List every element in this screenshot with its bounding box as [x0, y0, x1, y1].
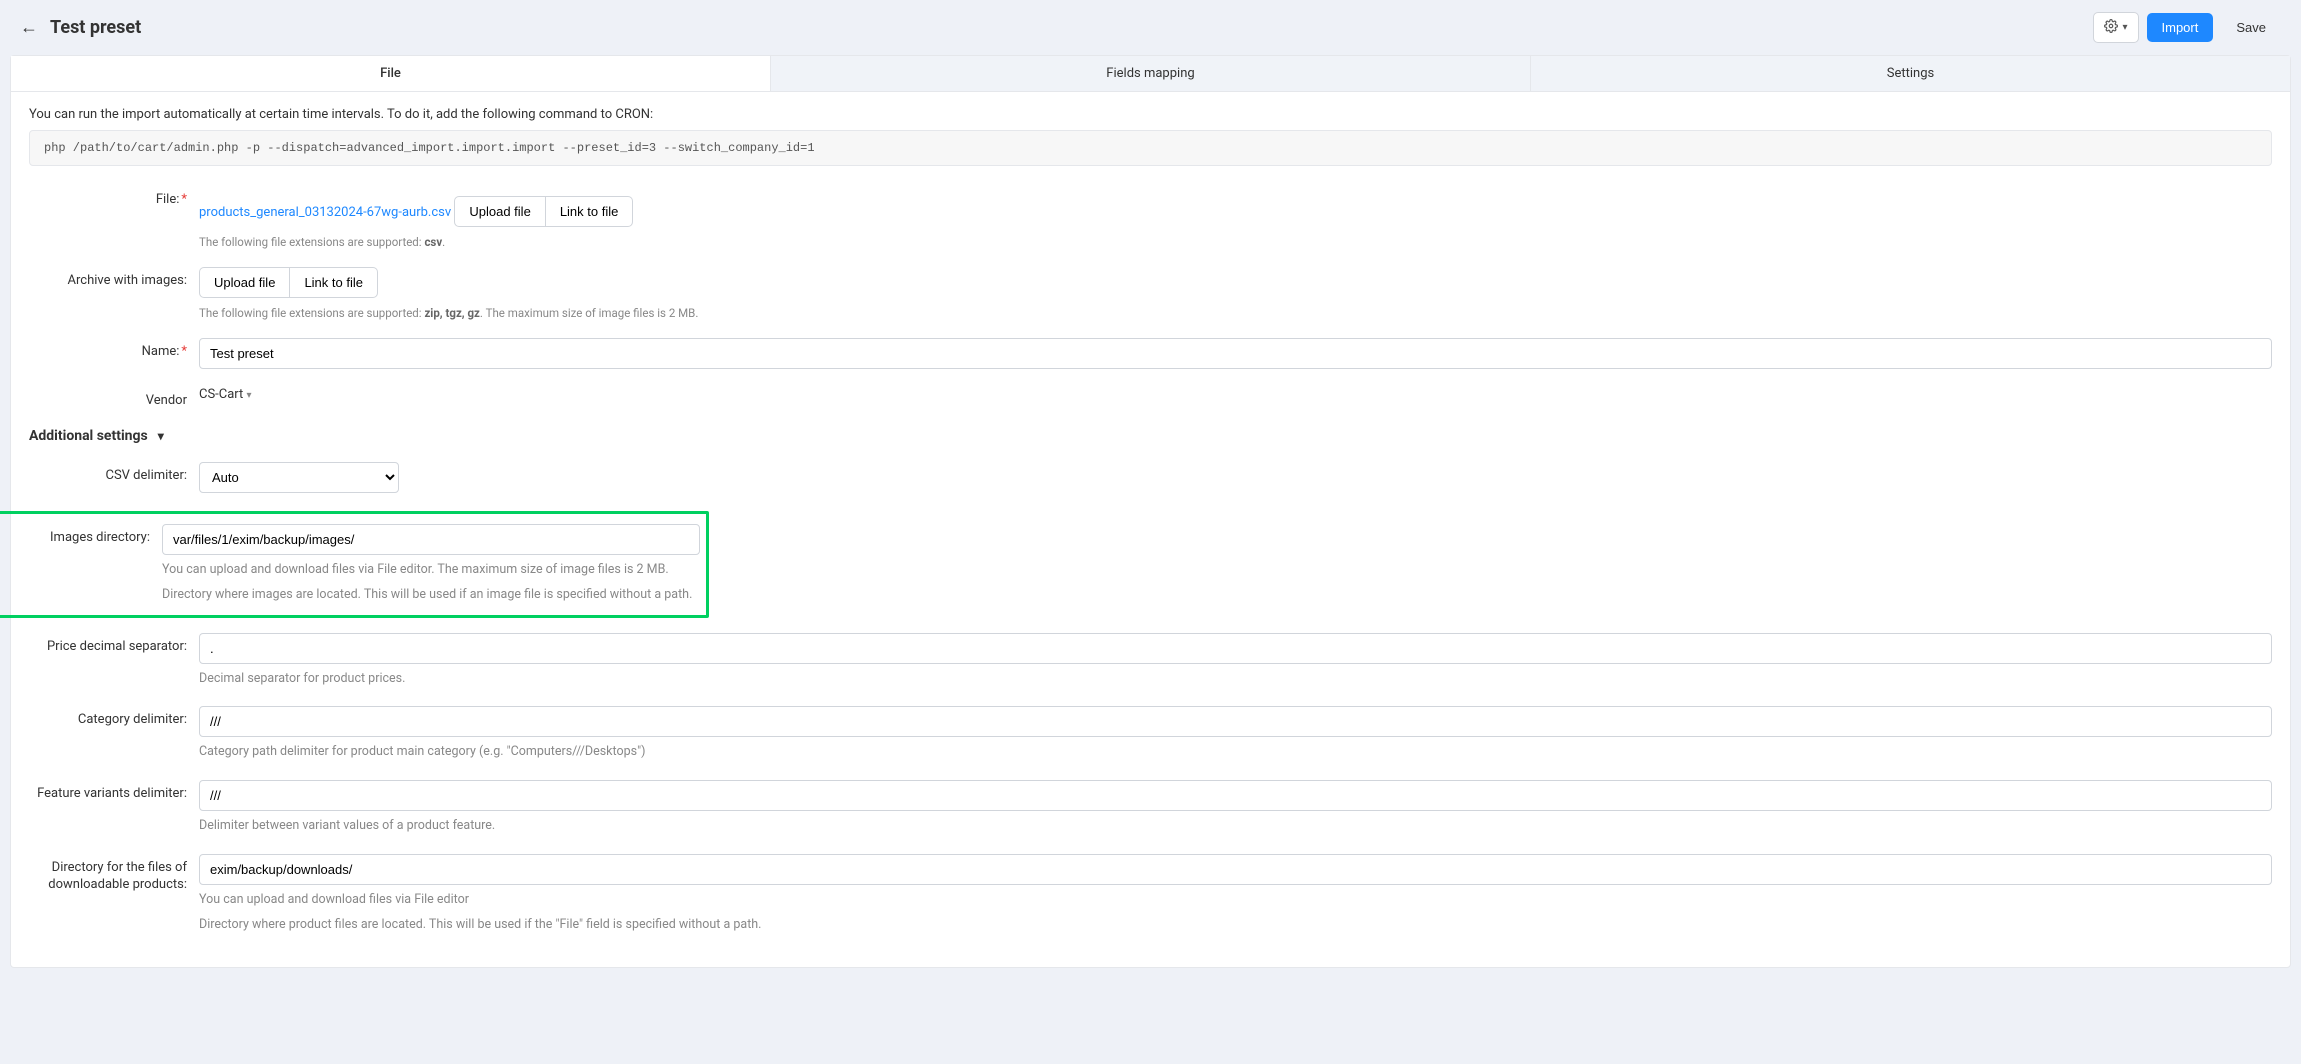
download-dir-label: Directory for the files of downloadable … — [29, 854, 199, 894]
save-button[interactable]: Save — [2221, 13, 2281, 42]
gear-icon — [2104, 19, 2118, 36]
tab-settings[interactable]: Settings — [1531, 56, 2290, 91]
feature-delimiter-desc: Delimiter between variant values of a pr… — [199, 817, 2272, 836]
feature-delimiter-label: Feature variants delimiter: — [29, 780, 199, 803]
images-directory-label: Images directory: — [32, 524, 162, 545]
archive-hint: The following file extensions are suppor… — [199, 306, 2272, 320]
download-dir-input[interactable] — [199, 854, 2272, 885]
category-delimiter-label: Category delimiter: — [29, 706, 199, 727]
archive-link-to-file-button[interactable]: Link to file — [290, 267, 378, 298]
images-directory-input[interactable] — [162, 524, 700, 555]
tabs: File Fields mapping Settings — [11, 56, 2290, 92]
additional-settings-toggle[interactable]: Additional settings ▾ — [29, 428, 2272, 444]
page-title: Test preset — [50, 17, 141, 38]
price-separator-label: Price decimal separator: — [29, 633, 199, 654]
csv-delimiter-select[interactable]: Auto — [199, 462, 399, 493]
page-header: ← Test preset ▾ Import Save — [0, 0, 2301, 55]
back-arrow-icon[interactable]: ← — [20, 19, 38, 37]
feature-delimiter-input[interactable] — [199, 780, 2272, 811]
file-hint: The following file extensions are suppor… — [199, 235, 2272, 249]
file-link[interactable]: products_general_03132024-67wg-aurb.csv — [199, 199, 451, 220]
images-directory-highlight: Images directory: You can upload and dow… — [0, 511, 709, 618]
upload-file-button[interactable]: Upload file — [454, 196, 545, 227]
price-separator-input[interactable] — [199, 633, 2272, 664]
category-delimiter-input[interactable] — [199, 706, 2272, 737]
archive-upload-file-button[interactable]: Upload file — [199, 267, 290, 298]
name-label: Name:* — [29, 338, 199, 359]
file-label: File:* — [29, 186, 199, 207]
import-button[interactable]: Import — [2147, 13, 2214, 42]
caret-down-icon: ▾ — [247, 390, 252, 401]
name-input[interactable] — [199, 338, 2272, 369]
caret-down-icon: ▾ — [158, 429, 164, 443]
gear-dropdown-button[interactable]: ▾ — [2093, 12, 2138, 43]
download-dir-desc1: You can upload and download files via Fi… — [199, 891, 2272, 910]
link-to-file-button[interactable]: Link to file — [546, 196, 634, 227]
tab-fields-mapping[interactable]: Fields mapping — [771, 56, 1531, 91]
images-directory-desc1: You can upload and download files via Fi… — [162, 561, 700, 580]
cron-note: You can run the import automatically at … — [29, 107, 2272, 122]
vendor-label: Vendor — [29, 387, 199, 408]
vendor-dropdown[interactable]: CS-Cart ▾ — [199, 381, 252, 402]
caret-down-icon: ▾ — [2122, 22, 2127, 33]
csv-delimiter-label: CSV delimiter: — [29, 462, 199, 483]
archive-label: Archive with images: — [29, 267, 199, 288]
category-delimiter-desc: Category path delimiter for product main… — [199, 743, 2272, 762]
download-dir-desc2: Directory where product files are locate… — [199, 916, 2272, 935]
cron-command: php /path/to/cart/admin.php -p --dispatc… — [29, 130, 2272, 166]
tab-file[interactable]: File — [11, 56, 771, 91]
price-separator-desc: Decimal separator for product prices. — [199, 670, 2272, 689]
images-directory-desc2: Directory where images are located. This… — [162, 586, 700, 605]
